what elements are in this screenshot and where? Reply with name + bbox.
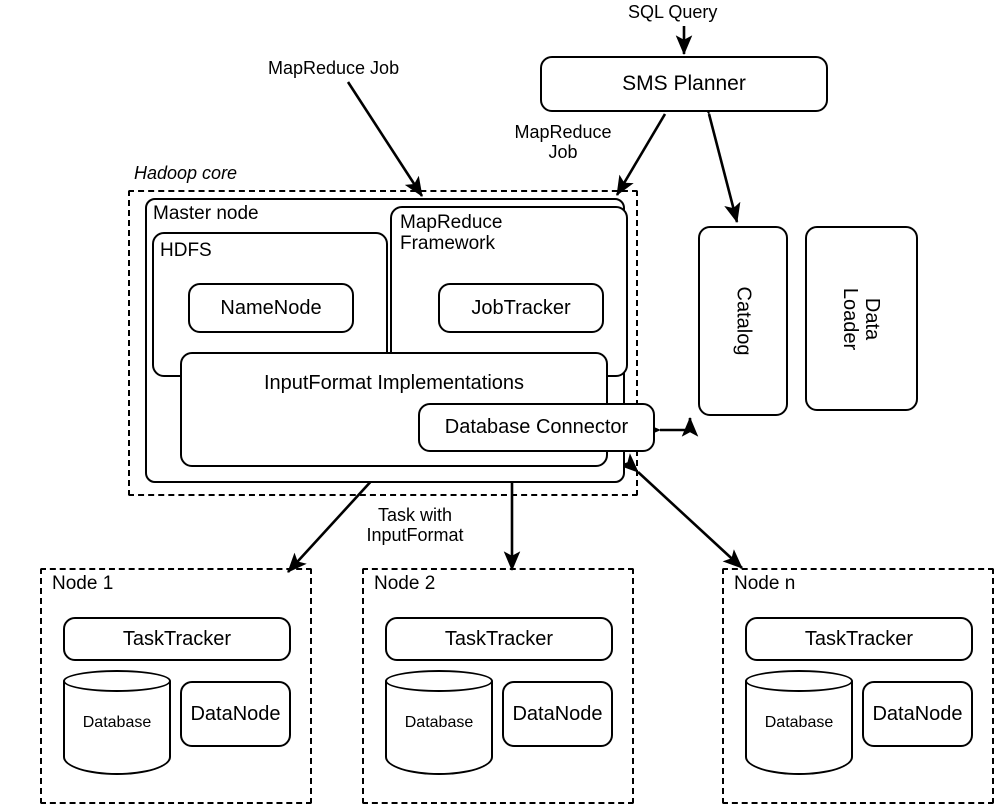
jobtracker-label: JobTracker: [471, 296, 571, 319]
namenode-label: NameNode: [220, 296, 322, 319]
node-2-datanode-box[interactable]: DataNode: [502, 681, 613, 747]
node-2-title: Node 2: [374, 573, 436, 594]
node-2-database-cylinder[interactable]: Database: [385, 670, 493, 775]
node-1-datanode-label: DataNode: [190, 702, 281, 725]
node-1-datanode-box[interactable]: DataNode: [180, 681, 291, 747]
arrow-master-to-noden: [618, 453, 743, 569]
catalog-label: Catalog: [732, 286, 754, 356]
arrow-database-connector-catalog: [641, 416, 699, 439]
node-2-database-label: Database: [404, 714, 474, 731]
node-1-tasktracker-label: TaskTracker: [122, 627, 232, 650]
sql-query-label: SQL Query: [628, 2, 718, 22]
node-n-database-label: Database: [764, 714, 834, 731]
data-loader-label: Data Loader: [839, 287, 884, 350]
task-with-inputformat-label: Task with InputFormat: [366, 505, 464, 546]
node-n-database-cylinder[interactable]: Database: [745, 670, 853, 775]
mapreduce-framework-label: MapReduce Framework: [400, 212, 503, 255]
node-2-tasktracker-label: TaskTracker: [444, 627, 554, 650]
mapreduce-job-label-left: MapReduce Job: [268, 58, 400, 78]
node-1-title: Node 1: [52, 573, 114, 594]
arrow-mapreduce-job-label: [346, 81, 424, 197]
inputformat-implementations-label: InputFormat Implementations: [263, 372, 525, 394]
node-2-datanode-label: DataNode: [512, 702, 603, 725]
mapreduce-job-label-right: MapReduce Job: [514, 122, 612, 163]
node-n-datanode-box[interactable]: DataNode: [862, 681, 973, 747]
catalog-label-wrap: Catalog: [698, 226, 788, 416]
hdfs-label: HDFS: [160, 240, 212, 261]
sms-planner-label: SMS Planner: [622, 72, 746, 95]
node-1-database-label: Database: [82, 714, 152, 731]
diagram-canvas: SQL Query MapReduce Job MapReduce Job SM…: [0, 0, 1000, 812]
node-n-tasktracker-label: TaskTracker: [804, 627, 914, 650]
namenode-box[interactable]: NameNode: [188, 283, 354, 333]
hadoop-core-label: Hadoop core: [134, 163, 238, 183]
node-1-tasktracker-box[interactable]: TaskTracker: [63, 617, 291, 661]
sms-planner-box[interactable]: SMS Planner: [540, 56, 828, 112]
database-connector-box[interactable]: Database Connector: [418, 403, 655, 452]
node-n-title: Node n: [734, 573, 796, 594]
master-node-label: Master node: [153, 203, 259, 224]
node-1-database-cylinder[interactable]: Database: [63, 670, 171, 775]
data-loader-label-wrap: Data Loader: [805, 226, 918, 411]
jobtracker-box[interactable]: JobTracker: [438, 283, 604, 333]
node-n-datanode-label: DataNode: [872, 702, 963, 725]
arrow-sms-planner-catalog: [696, 93, 741, 224]
database-connector-label: Database Connector: [444, 416, 629, 438]
node-2-tasktracker-box[interactable]: TaskTracker: [385, 617, 613, 661]
node-n-tasktracker-box[interactable]: TaskTracker: [745, 617, 973, 661]
